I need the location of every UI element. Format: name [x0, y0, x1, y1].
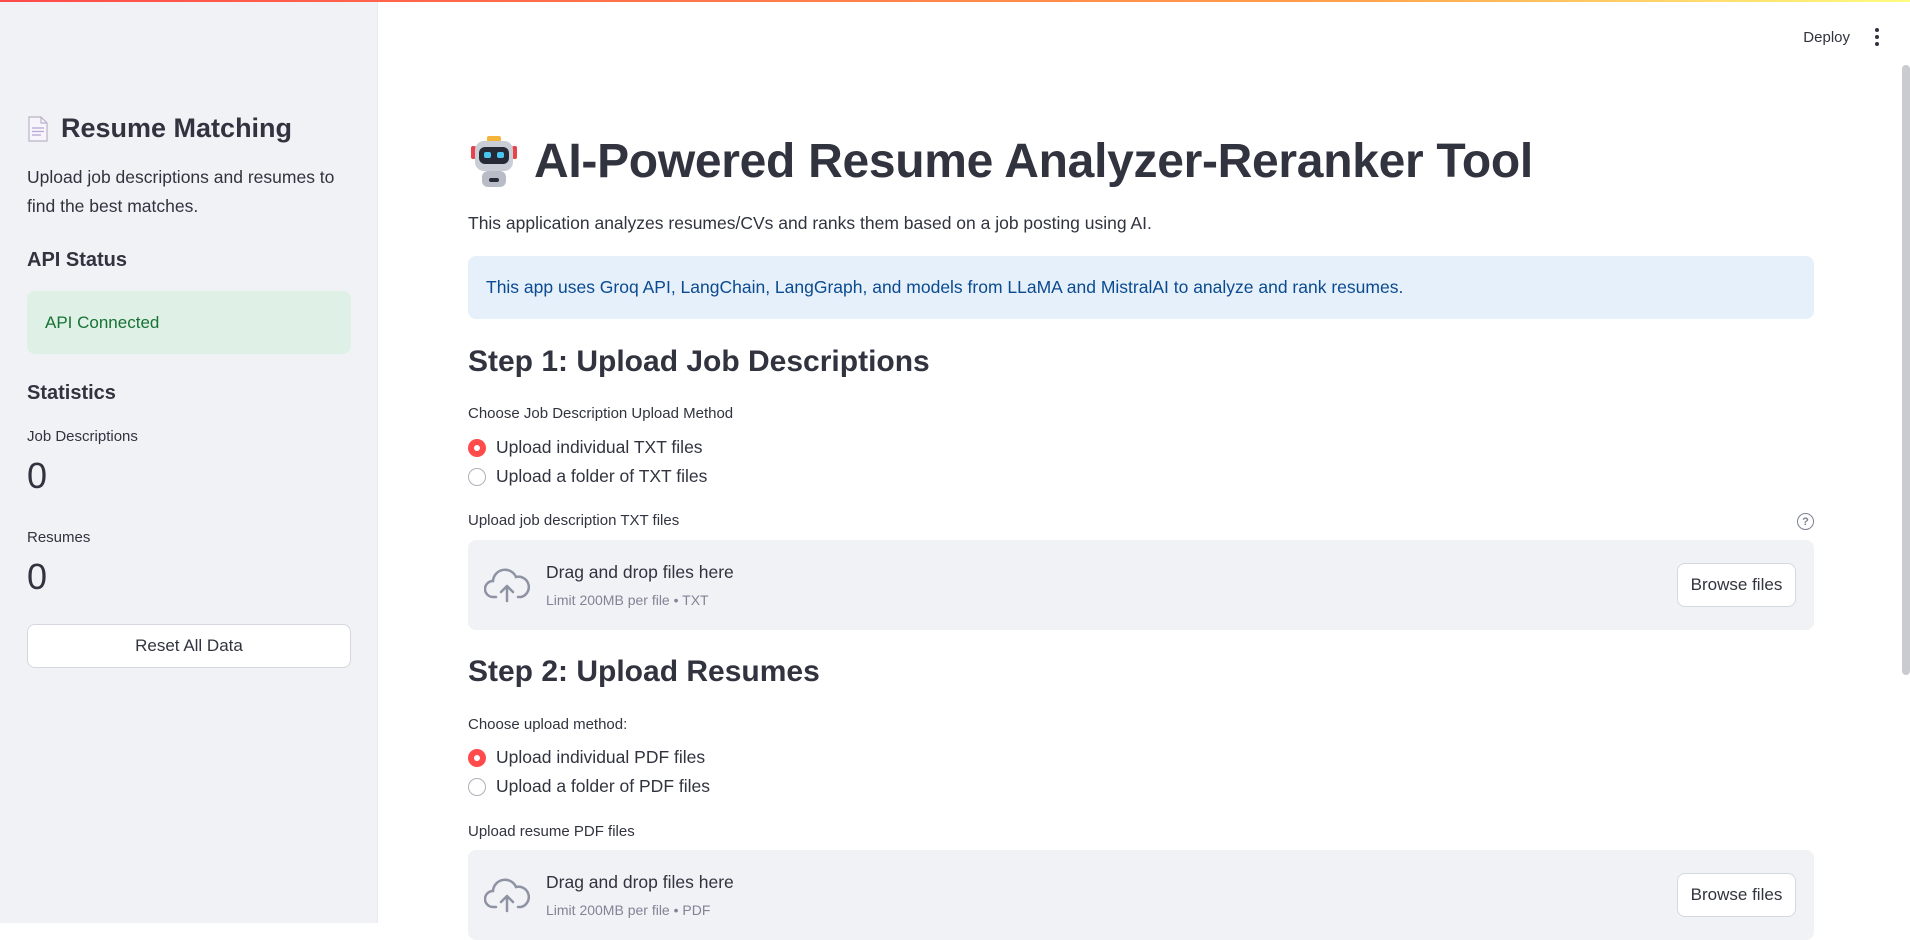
step1-radio-folder[interactable]: Upload a folder of TXT files	[468, 466, 707, 487]
step1-uploader-label: Upload job description TXT files	[468, 512, 680, 529]
step2-file-dropzone[interactable]: Drag and drop files here Limit 200MB per…	[468, 850, 1814, 940]
robot-icon	[471, 135, 517, 187]
top-decoration-bar	[0, 0, 1910, 2]
step1-heading: Step 1: Upload Job Descriptions	[468, 345, 930, 378]
radio-label: Upload a folder of TXT files	[496, 466, 708, 486]
info-alert: This app uses Groq API, LangChain, LangG…	[468, 256, 1814, 319]
app-header: Deploy	[1803, 28, 1880, 46]
step2-uploader-label: Upload resume PDF files	[468, 823, 635, 840]
document-icon	[28, 115, 48, 142]
job-descriptions-metric-label: Job Descriptions	[27, 428, 138, 445]
reset-all-data-button[interactable]: Reset All Data	[27, 624, 351, 668]
dropzone-instruction: Drag and drop files here	[546, 562, 734, 582]
page-subtitle: This application analyzes resumes/CVs an…	[468, 213, 1152, 233]
step2-heading: Step 2: Upload Resumes	[468, 655, 820, 688]
radio-unselected-icon[interactable]	[468, 777, 486, 796]
dropzone-instruction: Drag and drop files here	[546, 872, 734, 892]
step1-file-dropzone[interactable]: Drag and drop files here Limit 200MB per…	[468, 540, 1814, 630]
step2-radio-folder[interactable]: Upload a folder of PDF files	[468, 776, 710, 797]
resumes-metric-value: 0	[27, 556, 48, 597]
step2-radio-individual[interactable]: Upload individual PDF files	[468, 747, 705, 768]
radio-label: Upload individual PDF files	[496, 747, 706, 767]
scrollbar[interactable]	[1902, 65, 1910, 675]
step1-radio-individual[interactable]: Upload individual TXT files	[468, 437, 703, 458]
step1-method-label: Choose Job Description Upload Method	[468, 405, 734, 422]
info-alert-text: This app uses Groq API, LangChain, LangG…	[486, 277, 1404, 297]
help-icon[interactable]: ?	[1797, 513, 1814, 530]
kebab-menu-icon[interactable]	[1874, 28, 1880, 46]
api-status-heading: API Status	[27, 249, 128, 271]
deploy-button[interactable]: Deploy	[1803, 29, 1850, 46]
radio-label: Upload individual TXT files	[496, 437, 703, 457]
sidebar: Resume Matching Upload job descriptions …	[0, 0, 378, 923]
sidebar-title-row: Resume Matching	[27, 113, 292, 144]
job-descriptions-metric-value: 0	[27, 455, 48, 496]
resumes-metric-label: Resumes	[27, 529, 91, 546]
browse-files-button[interactable]: Browse files	[1677, 563, 1796, 607]
page-title-row: AI-Powered Resume Analyzer-Reranker Tool	[468, 134, 1533, 189]
radio-label: Upload a folder of PDF files	[496, 776, 710, 796]
radio-selected-icon[interactable]	[468, 748, 486, 767]
cloud-upload-icon	[484, 878, 530, 913]
dropzone-limit: Limit 200MB per file • PDF	[546, 902, 711, 918]
dropzone-limit: Limit 200MB per file • TXT	[546, 592, 709, 608]
page-title: AI-Powered Resume Analyzer-Reranker Tool	[534, 135, 1533, 188]
radio-selected-icon[interactable]	[468, 438, 486, 457]
browse-files-button[interactable]: Browse files	[1677, 873, 1796, 917]
cloud-upload-icon	[484, 568, 530, 603]
sidebar-title: Resume Matching	[61, 113, 293, 143]
api-status-text: API Connected	[45, 312, 160, 332]
api-status-badge: API Connected	[27, 291, 351, 354]
statistics-heading: Statistics	[27, 382, 116, 404]
radio-unselected-icon[interactable]	[468, 467, 486, 486]
sidebar-description: Upload job descriptions and resumes to f…	[27, 167, 335, 216]
step2-method-label: Choose upload method:	[468, 716, 628, 733]
